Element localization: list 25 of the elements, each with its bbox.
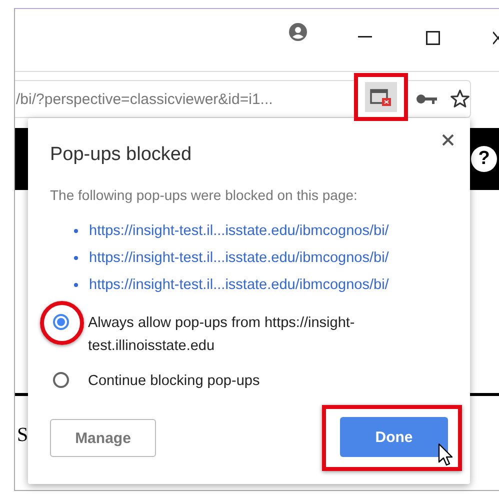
maximize-icon[interactable] (426, 31, 440, 45)
page-text: S (17, 424, 28, 447)
close-icon[interactable] (442, 134, 454, 146)
minimize-icon[interactable] (358, 36, 372, 38)
url-text: /bi/?perspective=classicviewer&id=i1... (16, 90, 274, 108)
help-button[interactable]: ? (471, 146, 497, 172)
cursor-icon (438, 443, 454, 467)
bullet-icon (74, 228, 78, 232)
dialog-message: The following pop-ups were blocked on this page: (50, 187, 358, 203)
radio-button[interactable] (53, 314, 69, 330)
key-icon[interactable] (416, 93, 438, 105)
bullet-icon (74, 256, 78, 260)
blocked-popup-icon[interactable] (365, 82, 397, 112)
popup-link[interactable]: https://insight-test.il...isstate.edu/ibmcognos/bi/ (89, 250, 389, 266)
popup-link[interactable]: https://insight-test.il...isstate.edu/ibmcognos/bi/ (89, 276, 389, 292)
manage-button[interactable]: Manage (50, 419, 156, 457)
profile-icon[interactable] (289, 23, 307, 41)
bullet-icon (74, 282, 78, 286)
done-button[interactable]: Done (340, 417, 448, 457)
option-label: Continue blocking pop-ups (88, 372, 261, 391)
star-icon[interactable] (450, 89, 470, 109)
popup-link[interactable]: https://insight-test.il...isstate.edu/ibmcognos/bi/ (89, 222, 389, 238)
dialog-title: Pop-ups blocked (50, 144, 193, 166)
option-label: Always allow pop-ups from https://insight-test.illinoisstate.edu (88, 314, 356, 356)
radio-button[interactable] (53, 372, 69, 388)
